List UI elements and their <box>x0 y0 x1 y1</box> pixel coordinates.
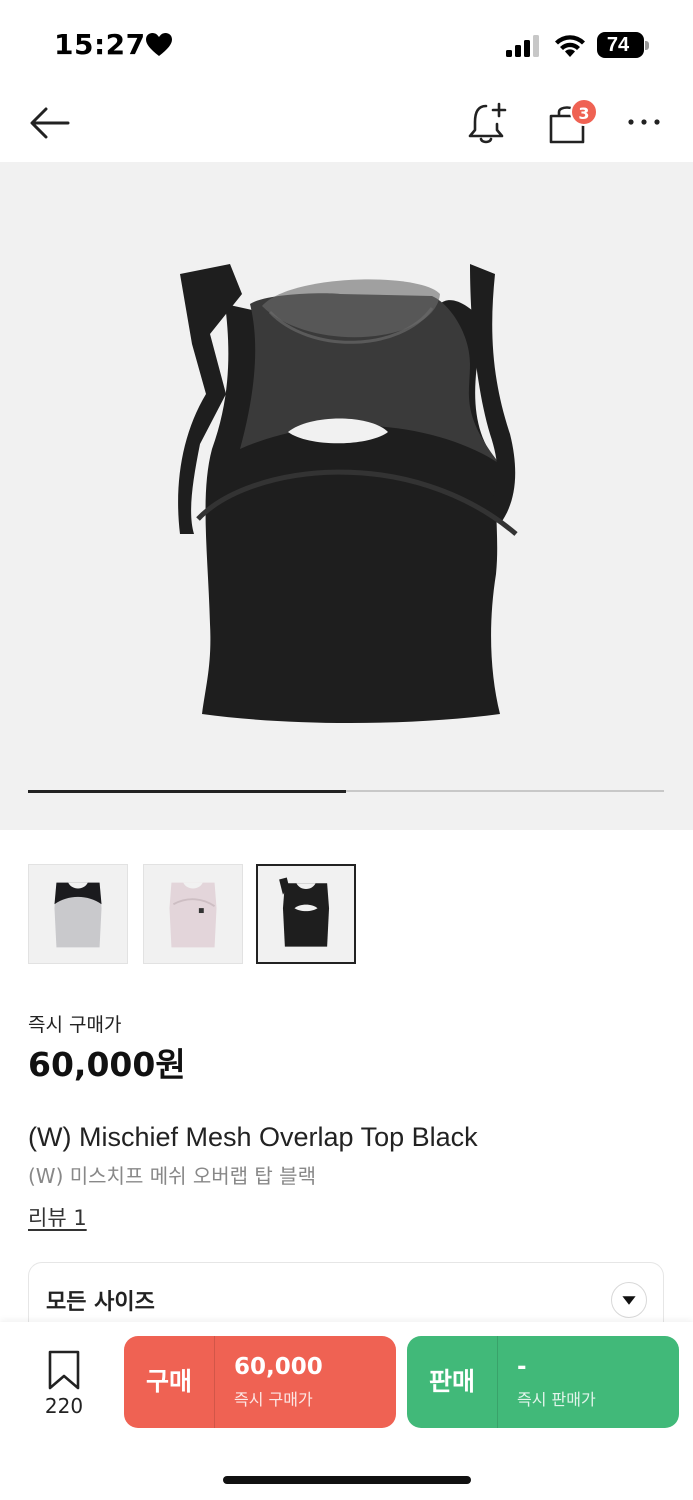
bell-plus-icon[interactable] <box>466 100 510 146</box>
product-variant-thumbnails <box>28 864 668 964</box>
battery-icon: 74 <box>597 32 649 58</box>
dropdown-arrow-icon[interactable] <box>611 1282 647 1318</box>
bookmark-button[interactable]: 220 <box>36 1350 92 1420</box>
sell-button-divider <box>497 1336 498 1428</box>
bottom-action-bar: 220 구매 60,000 즉시 구매가 판매 - 즉시 판매가 <box>0 1322 693 1500</box>
product-name-korean: (W) 미스치프 메쉬 오버랩 탑 블랙 <box>28 1164 316 1188</box>
thumbnail-variant-black[interactable] <box>256 864 356 964</box>
buy-button[interactable]: 구매 60,000 즉시 구매가 <box>124 1336 396 1428</box>
sell-button-label: 판매 <box>428 1367 475 1396</box>
home-indicator <box>223 1476 471 1484</box>
instant-buy-price-label: 즉시 구매가 <box>28 1014 122 1036</box>
status-bar: 15:27 74 <box>0 0 693 88</box>
product-photo <box>178 264 518 723</box>
product-image-carousel[interactable] <box>0 162 693 830</box>
buy-button-divider <box>214 1336 215 1428</box>
status-time: 15:27 <box>54 28 146 61</box>
thumbnail-image <box>279 877 330 947</box>
sell-button-price: - <box>517 1354 527 1380</box>
thumbnail-image <box>169 882 217 948</box>
buy-button-label: 구매 <box>145 1367 192 1396</box>
battery-level: 74 <box>606 34 630 56</box>
bookmark-count: 220 <box>44 1394 84 1418</box>
sell-button-subtitle: 즉시 판매가 <box>517 1390 596 1409</box>
carousel-indicator <box>28 789 664 793</box>
instant-buy-price: 60,000원 <box>28 1045 186 1084</box>
thumbnail-variant-pink[interactable] <box>143 864 243 964</box>
buy-button-price: 60,000 <box>234 1354 323 1380</box>
thumbnail-variant-grey[interactable] <box>28 864 128 964</box>
wifi-icon <box>555 35 585 57</box>
review-link[interactable]: 리뷰 1 <box>28 1202 87 1232</box>
heart-icon <box>146 33 172 56</box>
cart-count-badge: 3 <box>570 98 598 126</box>
size-select-label: 모든 사이즈 <box>46 1290 155 1315</box>
signal-icon <box>506 35 539 57</box>
product-name-english: (W) Mischief Mesh Overlap Top Black <box>28 1122 478 1152</box>
thumbnail-image <box>54 882 102 948</box>
more-icon[interactable] <box>626 110 662 134</box>
back-arrow-icon[interactable] <box>28 103 72 143</box>
bookmark-icon <box>48 1350 80 1390</box>
buy-button-subtitle: 즉시 구매가 <box>234 1390 313 1409</box>
carousel-progress <box>28 789 346 793</box>
sell-button[interactable]: 판매 - 즉시 판매가 <box>407 1336 679 1428</box>
